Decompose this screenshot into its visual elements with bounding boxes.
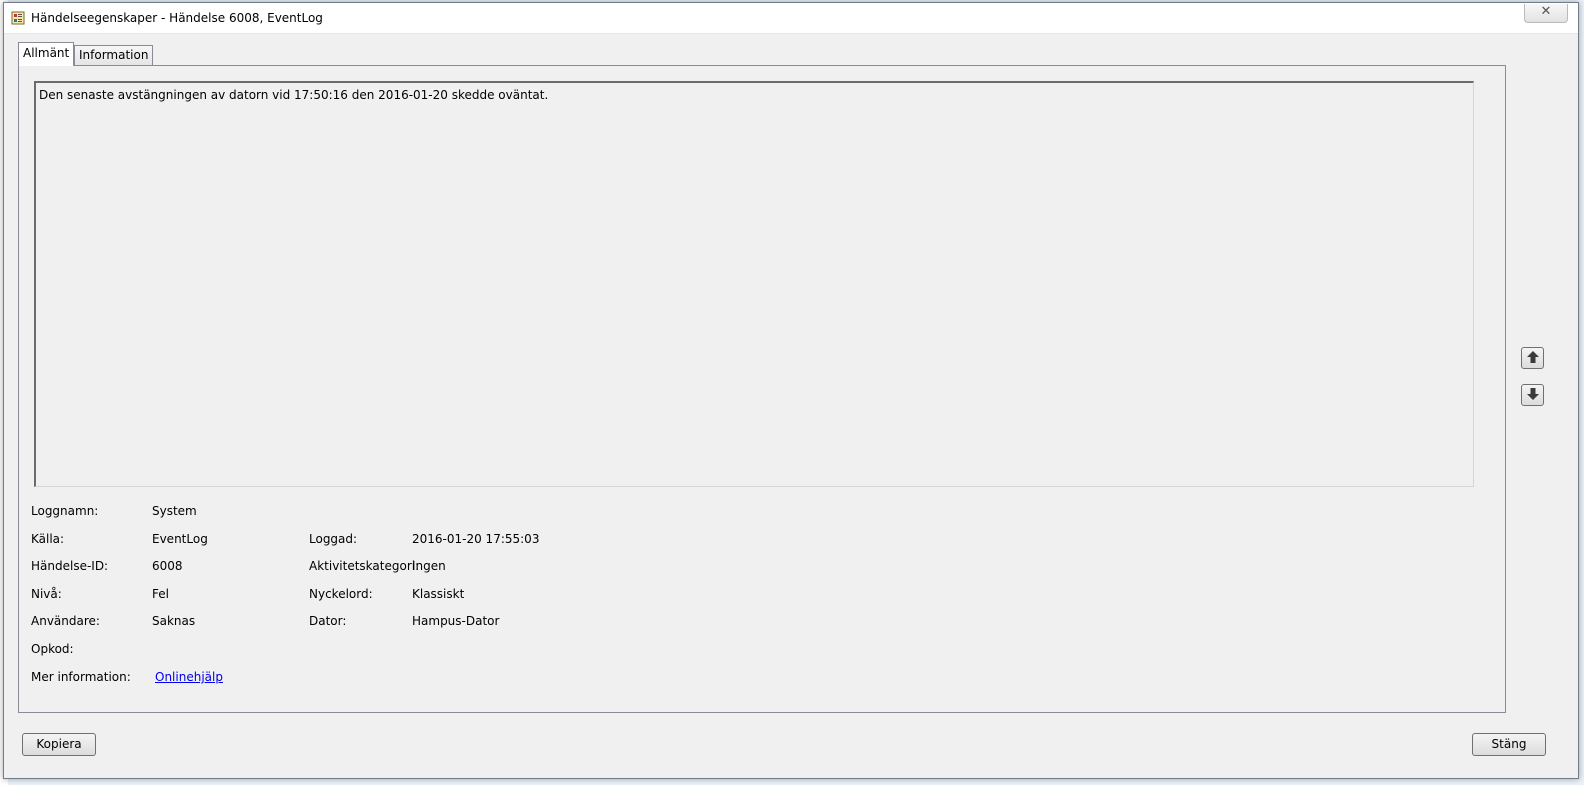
arrow-down-icon <box>1526 388 1539 400</box>
log-name-value[interactable]: System <box>152 504 197 518</box>
event-description-text: Den senaste avstängningen av datorn vid … <box>39 88 549 102</box>
arrow-up-icon <box>1526 351 1539 363</box>
tab-allmant[interactable]: Allmänt <box>18 42 75 66</box>
close-icon: ✕ <box>1540 4 1552 19</box>
tab-information[interactable]: Information <box>74 45 154 66</box>
close-button[interactable]: Stäng <box>1472 733 1546 756</box>
keywords-label: Nyckelord: <box>309 587 373 601</box>
event-properties-dialog: Händelseegenskaper - Händelse 6008, Even… <box>3 2 1579 779</box>
task-category-label: Aktivitetskategori: <box>309 559 420 573</box>
online-help-link[interactable]: Onlinehjälp <box>155 670 223 684</box>
user-value[interactable]: Saknas <box>152 614 195 628</box>
logged-value[interactable]: 2016-01-20 17:55:03 <box>412 532 539 546</box>
computer-value[interactable]: Hampus-Dator <box>412 614 499 628</box>
opcode-label: Opkod: <box>31 642 74 656</box>
previous-event-button[interactable] <box>1521 347 1544 369</box>
log-name-label: Loggnamn: <box>31 504 99 518</box>
event-id-value[interactable]: 6008 <box>152 559 183 573</box>
more-info-label: Mer information: <box>31 670 131 684</box>
source-label: Källa: <box>31 532 65 546</box>
keywords-value[interactable]: Klassiskt <box>412 587 464 601</box>
logged-label: Loggad: <box>309 532 358 546</box>
computer-label: Dator: <box>309 614 347 628</box>
general-tab-panel: Den senaste avstängningen av datorn vid … <box>18 65 1506 713</box>
event-description-box[interactable]: Den senaste avstängningen av datorn vid … <box>34 81 1474 487</box>
level-label: Nivå: <box>31 587 62 601</box>
next-event-button[interactable] <box>1521 384 1544 406</box>
event-id-label: Händelse-ID: <box>31 559 109 573</box>
level-value[interactable]: Fel <box>152 587 169 601</box>
copy-button[interactable]: Kopiera <box>22 733 96 756</box>
window-title: Händelseegenskaper - Händelse 6008, Even… <box>31 11 323 25</box>
source-value[interactable]: EventLog <box>152 532 208 546</box>
event-viewer-icon <box>11 11 25 25</box>
task-category-value[interactable]: Ingen <box>412 559 446 573</box>
close-window-button[interactable]: ✕ <box>1524 4 1568 23</box>
title-bar[interactable]: Händelseegenskaper - Händelse 6008, Even… <box>4 3 1578 34</box>
user-label: Användare: <box>31 614 100 628</box>
